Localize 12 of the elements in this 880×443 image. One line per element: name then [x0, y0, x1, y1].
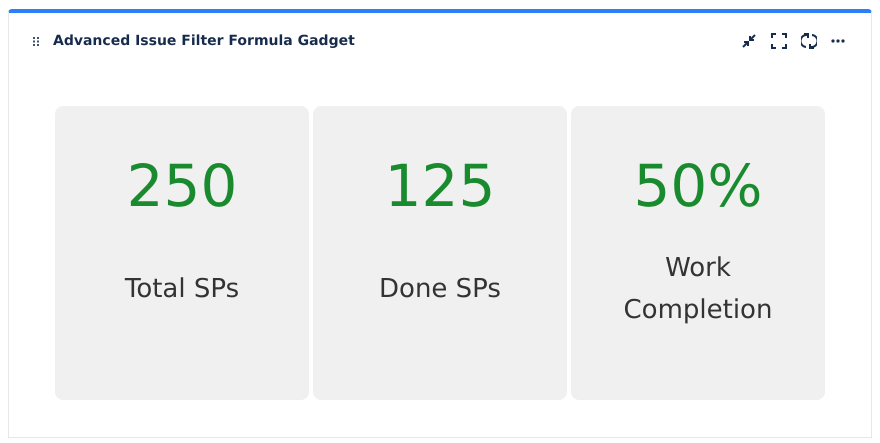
- metric-value: 250: [126, 154, 238, 218]
- fullscreen-icon[interactable]: [771, 33, 787, 49]
- minimize-icon[interactable]: [741, 33, 757, 49]
- metric-label: Work Completion: [622, 252, 774, 327]
- metric-label: Total SPs: [124, 273, 240, 306]
- drag-handle-icon[interactable]: [33, 36, 39, 46]
- gadget-title: Advanced Issue Filter Formula Gadget: [53, 32, 355, 50]
- metric-label: Done SPs: [378, 273, 502, 306]
- metric-value: 50%: [634, 154, 762, 218]
- more-options-icon[interactable]: [831, 39, 845, 43]
- metric-value: 125: [384, 154, 496, 218]
- refresh-icon[interactable]: [801, 33, 817, 49]
